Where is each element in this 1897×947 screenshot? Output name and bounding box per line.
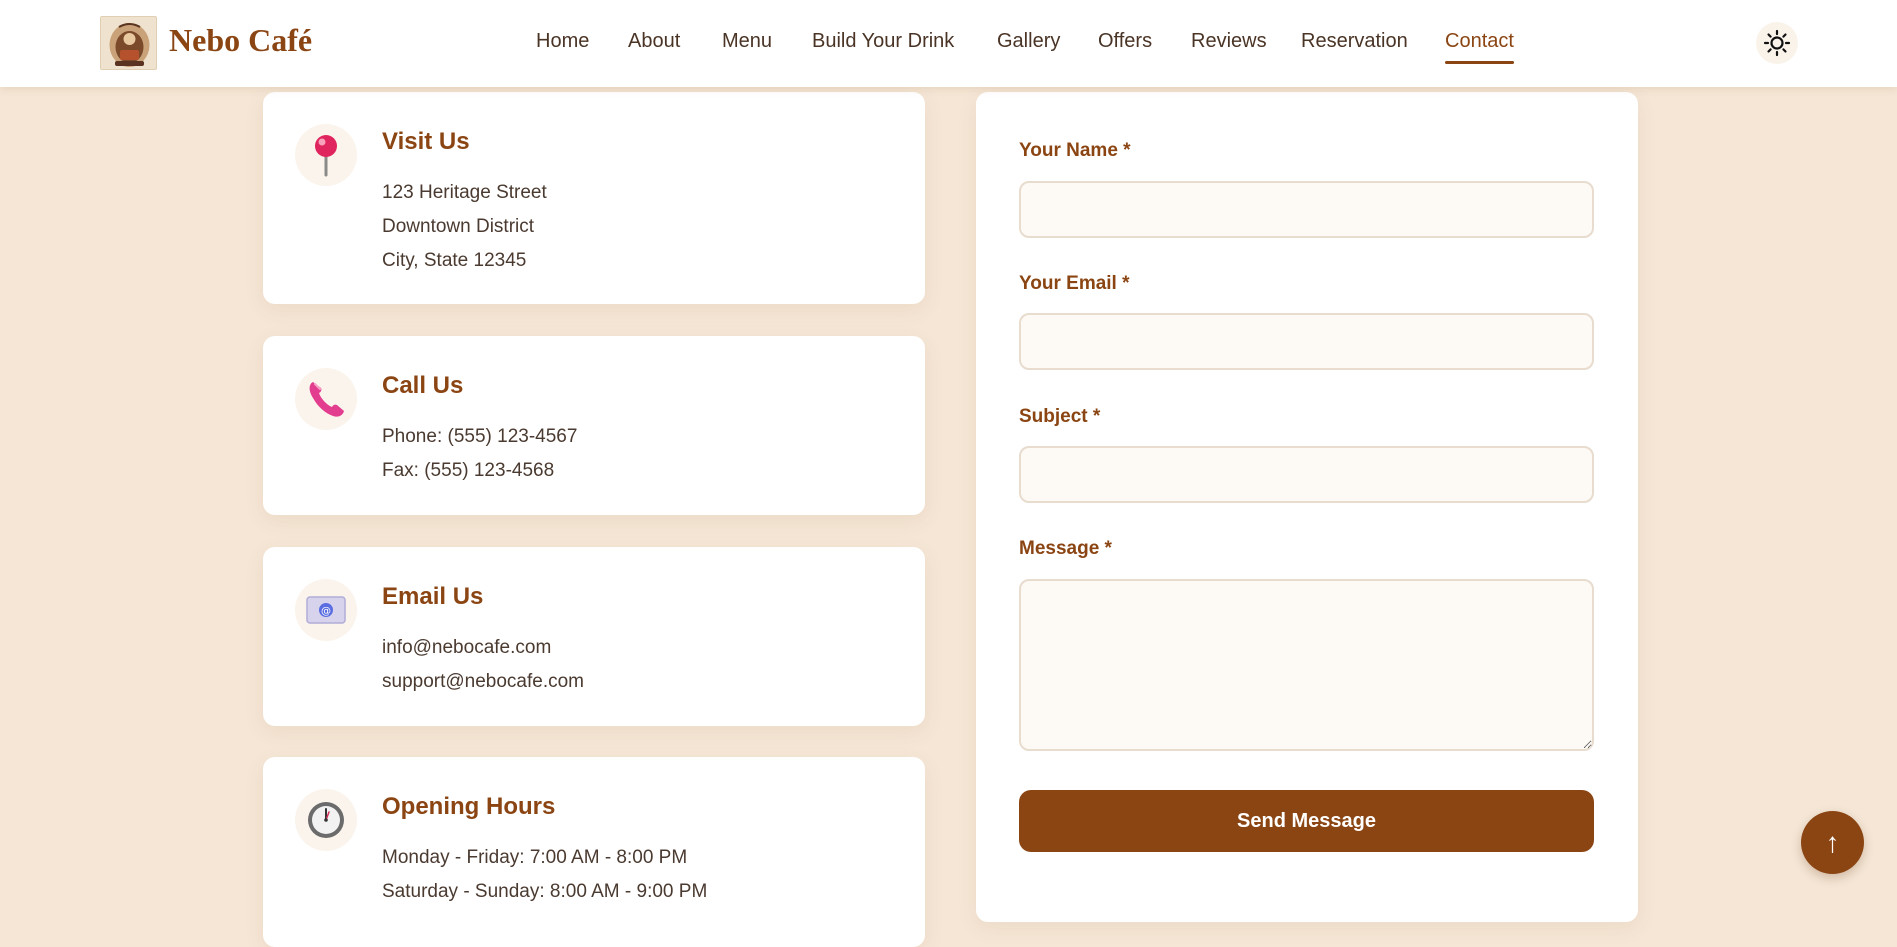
card-lines: info@nebocafe.com support@nebocafe.com (382, 631, 584, 699)
contact-form: Your Name * Your Email * Subject * Messa… (976, 92, 1638, 922)
hours-line: Monday - Friday: 7:00 AM - 8:00 PM (382, 847, 688, 868)
logo-image[interactable] (100, 16, 157, 70)
visit-us-card: Visit Us 123 Heritage Street Downtown Di… (263, 92, 925, 304)
call-us-icon-wrap (295, 368, 357, 430)
subject-input[interactable] (1019, 446, 1594, 503)
card-title: Visit Us (382, 128, 470, 155)
cafe-logo-icon (101, 17, 156, 69)
call-us-card: Call Us Phone: (555) 123-4567 Fax: (555)… (263, 336, 925, 515)
nav-reviews[interactable]: Reviews (1191, 30, 1267, 53)
clock-icon (308, 802, 344, 838)
email-icon: @ (306, 596, 346, 624)
phone-number[interactable]: Phone: (555) 123-4567 (382, 420, 577, 454)
card-lines: Monday - Friday: 7:00 AM - 8:00 PM Satur… (382, 841, 707, 909)
card-title: Email Us (382, 583, 484, 610)
nav-about[interactable]: About (628, 30, 680, 53)
visit-us-icon-wrap (295, 124, 357, 186)
message-textarea[interactable] (1019, 579, 1594, 751)
address-line: Downtown District (382, 216, 535, 237)
active-nav-underline (1445, 61, 1514, 64)
nav-menu[interactable]: Menu (722, 30, 772, 53)
name-label: Your Name * (1019, 140, 1131, 161)
nav-build-your-drink[interactable]: Build Your Drink (812, 30, 954, 53)
email-label: Your Email * (1019, 273, 1130, 294)
scroll-to-top-button[interactable]: ↑ (1801, 811, 1864, 874)
nav-contact-label: Contact (1445, 30, 1514, 52)
opening-hours-card: Opening Hours Monday - Friday: 7:00 AM -… (263, 757, 925, 947)
pin-icon (315, 135, 337, 177)
phone-icon (309, 382, 344, 417)
address-line: City, State 12345 (382, 250, 527, 271)
subject-label: Subject * (1019, 406, 1101, 427)
nav-reservation[interactable]: Reservation (1301, 30, 1408, 53)
message-label: Message * (1019, 538, 1112, 559)
svg-text:@: @ (321, 606, 331, 617)
card-title: Opening Hours (382, 793, 556, 820)
arrow-up-icon: ↑ (1825, 826, 1840, 858)
email-us-card: @ Email Us info@nebocafe.com support@neb… (263, 547, 925, 726)
address-line: 123 Heritage Street (382, 182, 547, 203)
nav-offers[interactable]: Offers (1098, 30, 1152, 53)
nav-home[interactable]: Home (536, 30, 589, 53)
name-input[interactable] (1019, 181, 1594, 238)
card-lines: 123 Heritage Street Downtown District Ci… (382, 176, 547, 278)
hours-line: Saturday - Sunday: 8:00 AM - 9:00 PM (382, 881, 708, 902)
email-address[interactable]: info@nebocafe.com (382, 631, 584, 665)
email-input[interactable] (1019, 313, 1594, 370)
fax-number: Fax: (555) 123-4568 (382, 460, 555, 481)
brand-name[interactable]: Nebo Café (169, 22, 312, 59)
email-address[interactable]: support@nebocafe.com (382, 665, 584, 699)
email-us-icon-wrap: @ (295, 579, 357, 641)
card-lines: Phone: (555) 123-4567 Fax: (555) 123-456… (382, 420, 577, 488)
nav-gallery[interactable]: Gallery (997, 30, 1060, 53)
opening-hours-icon-wrap (295, 789, 357, 851)
nav-contact[interactable]: Contact (1445, 30, 1514, 64)
theme-toggle-button[interactable] (1756, 22, 1798, 64)
card-title: Call Us (382, 372, 464, 399)
sun-icon (1763, 29, 1791, 57)
site-header: Nebo Café Home About Menu Build Your Dri… (0, 0, 1897, 87)
send-message-button[interactable]: Send Message (1019, 790, 1594, 852)
